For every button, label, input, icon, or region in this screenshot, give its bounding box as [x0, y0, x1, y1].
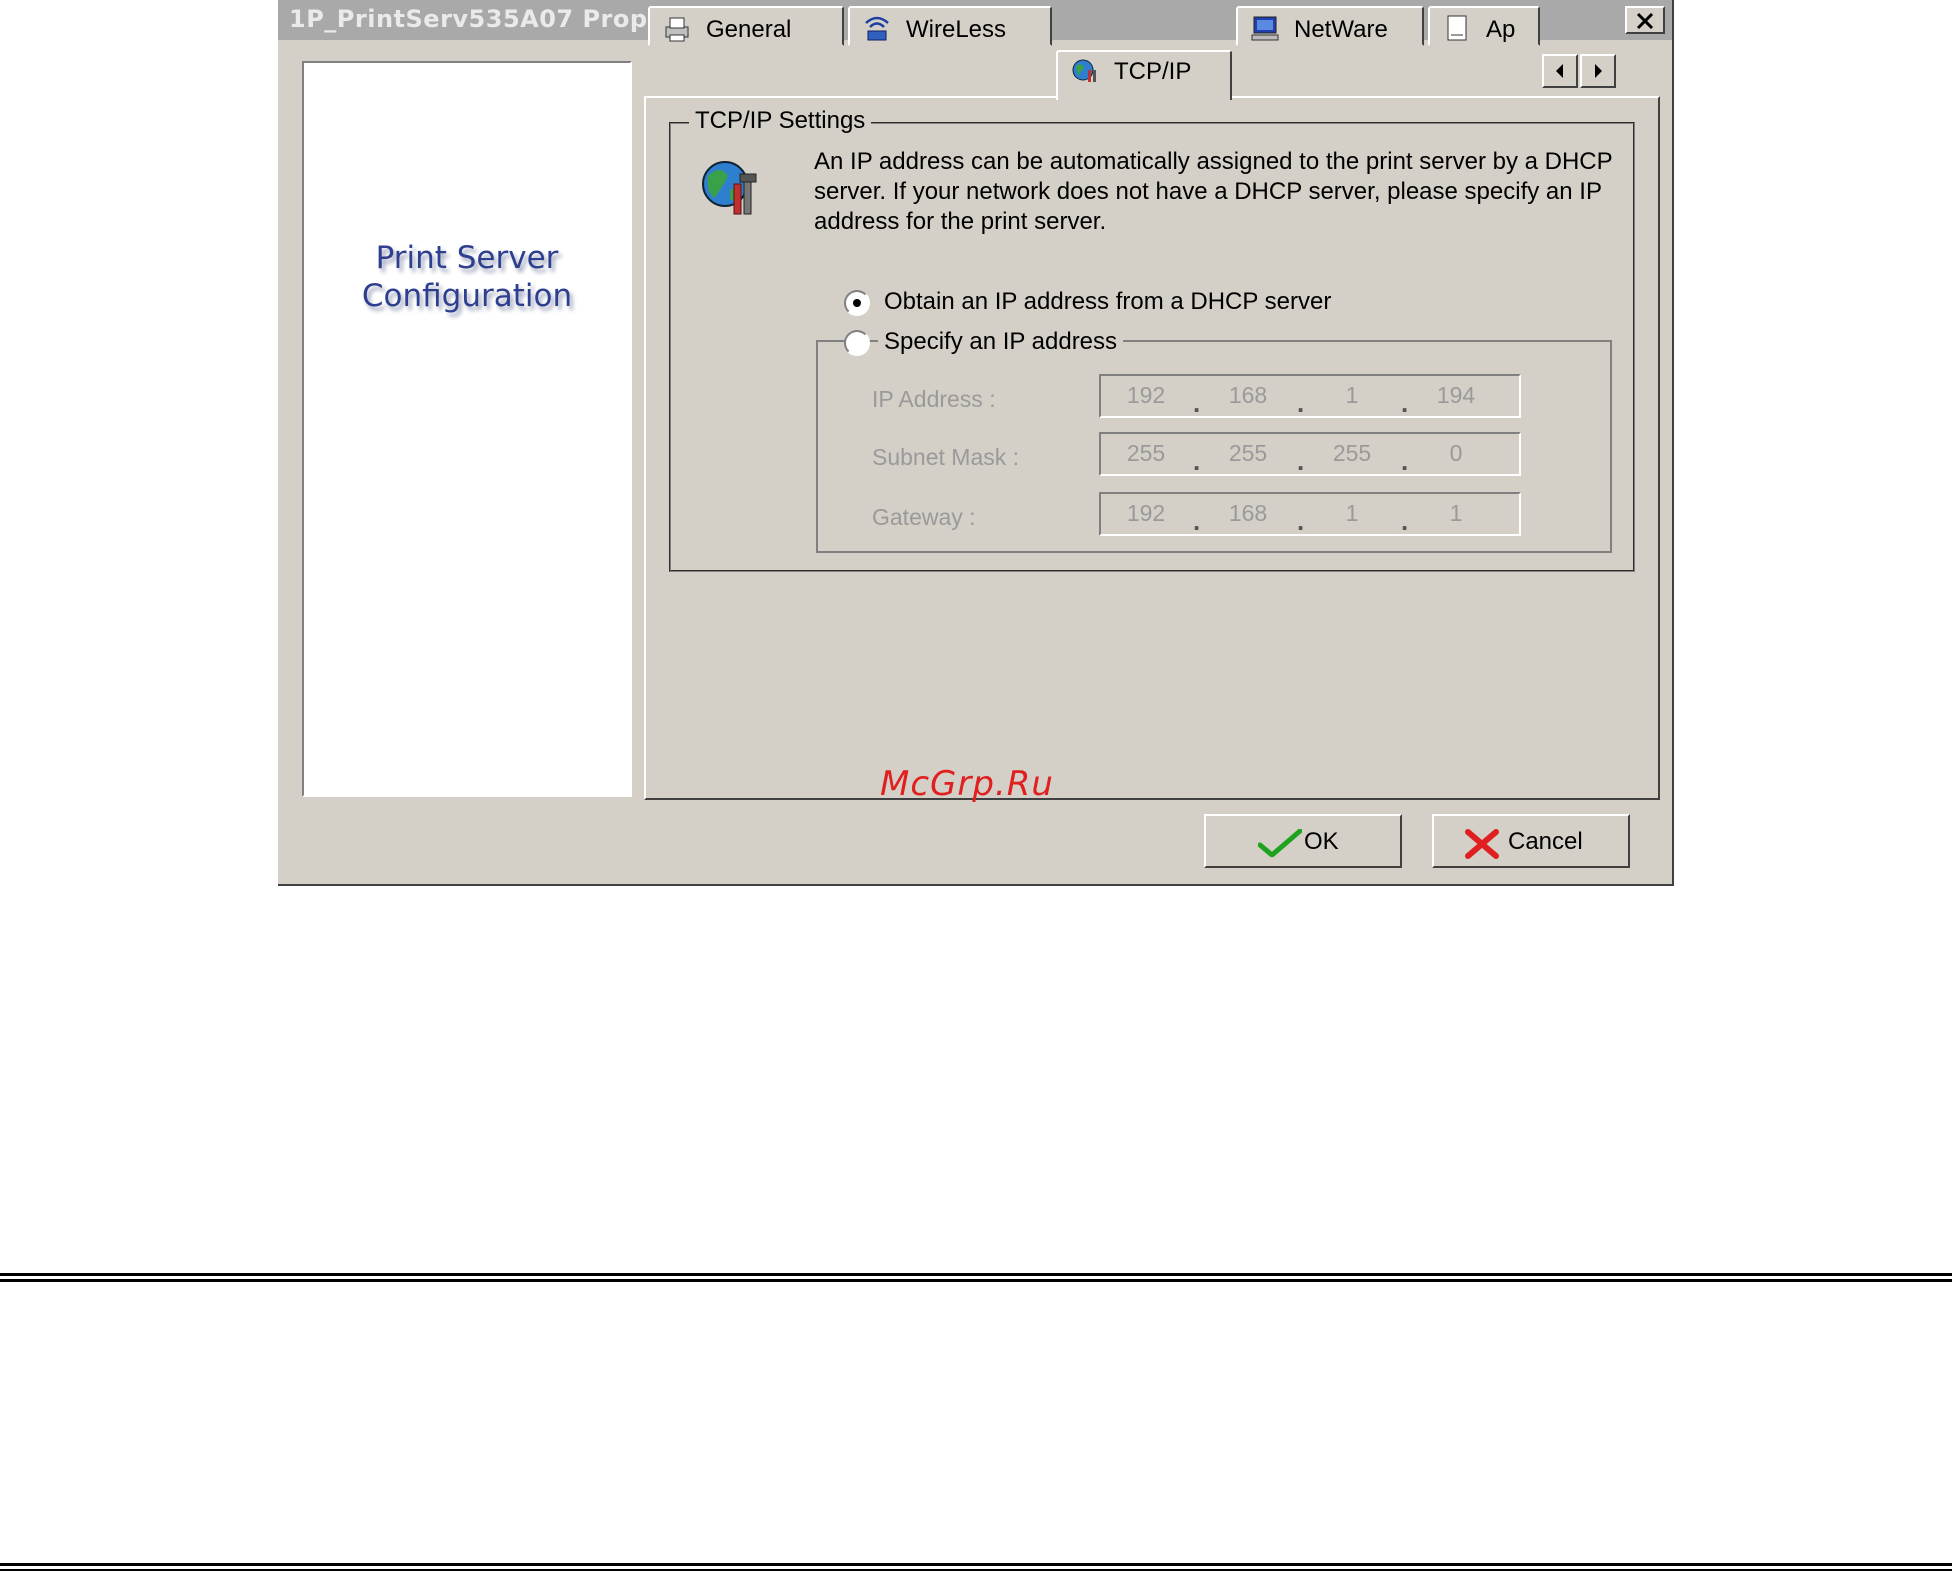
- cancel-label: Cancel: [1508, 828, 1583, 855]
- brand-line-2: Configuration: [361, 278, 573, 314]
- octet-separator: .: [1193, 388, 1201, 418]
- tab-scroll-right-button[interactable]: [1580, 54, 1616, 88]
- octet-separator: .: [1193, 506, 1201, 536]
- tab-netware[interactable]: NetWare: [1236, 6, 1424, 46]
- printer-icon: [665, 17, 689, 42]
- gateway-label: Gateway :: [872, 504, 976, 530]
- gateway-octet-4: 1: [1449, 500, 1463, 526]
- page-rule-bottom-1: [0, 1563, 1952, 1566]
- octet-separator: .: [1401, 446, 1409, 476]
- octet-separator: .: [1401, 388, 1409, 418]
- arrow-left-icon: [1556, 64, 1563, 78]
- cancel-x-icon: [1465, 829, 1499, 859]
- static-ip-radio-label[interactable]: Specify an IP address: [878, 328, 1124, 356]
- gateway-field[interactable]: 192 . 168 . 1 . 1: [1099, 492, 1521, 536]
- network-settings-icon: [702, 161, 757, 215]
- tab-scroll-left-button[interactable]: [1542, 54, 1578, 88]
- page-rule-top-1: [0, 1273, 1952, 1276]
- octet-separator: .: [1401, 506, 1409, 536]
- watermark-text: McGrp.Ru: [880, 764, 1054, 804]
- ip-octet-4: 194: [1436, 382, 1476, 408]
- arrow-right-icon: [1595, 64, 1602, 78]
- ok-label: OK: [1304, 828, 1339, 855]
- branding-panel: Print Server Configuration: [302, 61, 632, 797]
- octet-separator: .: [1297, 388, 1305, 418]
- octet-separator: .: [1193, 446, 1201, 476]
- gateway-octet-2: 168: [1228, 500, 1268, 526]
- brand-line-1: Print Server: [375, 240, 559, 276]
- group-title: TCP/IP Settings: [689, 107, 872, 135]
- cancel-button[interactable]: Cancel: [1432, 814, 1630, 868]
- subnet-octet-1: 255: [1126, 440, 1166, 466]
- ip-address-label: IP Address :: [872, 386, 996, 412]
- ip-octet-2: 168: [1228, 382, 1268, 408]
- wireless-icon: [865, 16, 889, 41]
- dhcp-radio[interactable]: [844, 290, 870, 316]
- ip-address-field[interactable]: 192 . 168 . 1 . 194: [1099, 374, 1521, 418]
- subnet-octet-4: 0: [1449, 440, 1463, 466]
- gateway-octet-1: 192: [1126, 500, 1166, 526]
- tab-general[interactable]: General: [648, 6, 844, 46]
- page-rule-top-2: [0, 1279, 1952, 1282]
- dhcp-radio-label[interactable]: Obtain an IP address from a DHCP server: [884, 288, 1331, 316]
- tab-tcpip[interactable]: TCP/IP: [1056, 50, 1232, 100]
- tcpip-description: An IP address can be automatically assig…: [814, 148, 1613, 235]
- octet-separator: .: [1297, 446, 1305, 476]
- tab-label: WireLess: [906, 16, 1007, 43]
- properties-dialog: 1P_PrintServ535A07 Properties Print Serv…: [278, 0, 1674, 886]
- tab-wireless[interactable]: WireLess: [848, 6, 1052, 46]
- computer-icon: [1251, 16, 1279, 41]
- subnet-octet-3: 255: [1332, 440, 1372, 466]
- close-button[interactable]: [1625, 6, 1665, 34]
- subnet-mask-label: Subnet Mask :: [872, 444, 1020, 470]
- tab-label: NetWare: [1294, 16, 1388, 43]
- tab-ap[interactable]: Ap: [1428, 6, 1540, 46]
- ip-octet-1: 192: [1126, 382, 1166, 408]
- network-globe-icon: [1072, 59, 1096, 82]
- tab-label: Ap: [1486, 16, 1516, 43]
- document-icon: [1447, 15, 1467, 41]
- page-rule-bottom-2: [0, 1569, 1952, 1571]
- static-ip-radio[interactable]: [844, 330, 870, 356]
- checkmark-icon: [1258, 829, 1302, 857]
- octet-separator: .: [1297, 506, 1305, 536]
- brand-text: Print Server Configuration: [304, 239, 630, 315]
- subnet-octet-2: 255: [1228, 440, 1268, 466]
- ip-octet-3: 1: [1345, 382, 1359, 408]
- gateway-octet-3: 1: [1345, 500, 1359, 526]
- ok-button[interactable]: OK: [1204, 814, 1402, 868]
- tab-label: TCP/IP: [1114, 58, 1192, 85]
- subnet-mask-field[interactable]: 255 . 255 . 255 . 0: [1099, 432, 1521, 476]
- radio-selected-dot: [853, 299, 861, 307]
- tab-label: General: [706, 16, 792, 43]
- close-icon: [1636, 12, 1654, 30]
